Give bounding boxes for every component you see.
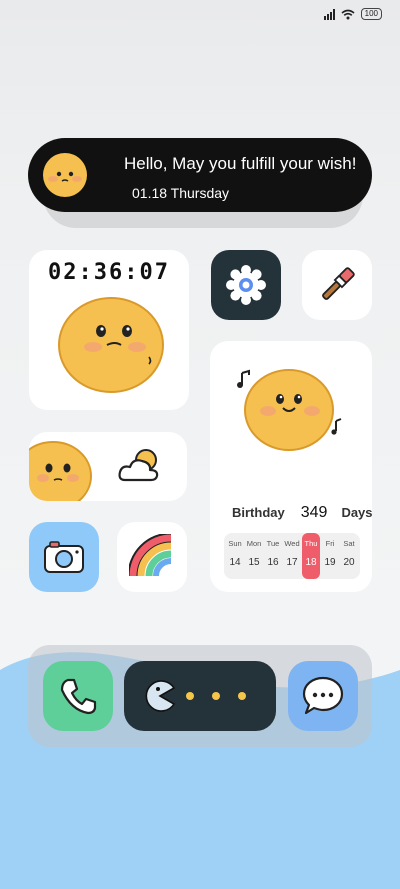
paintbrush-app[interactable] xyxy=(302,250,372,320)
phone-icon xyxy=(60,678,97,715)
clock-time: 02:36:07 xyxy=(48,260,170,285)
pellet-icon xyxy=(212,692,220,700)
camera-icon xyxy=(44,541,84,573)
rainbow-icon xyxy=(129,534,172,577)
greeting-banner[interactable]: Hello, May you fulfill your wish! 01.18 … xyxy=(28,138,372,212)
greeting-text: Hello, May you fulfill your wish! xyxy=(124,154,357,173)
worried-face-icon xyxy=(58,297,164,393)
message-app[interactable] xyxy=(288,661,358,731)
camera-app[interactable] xyxy=(29,522,99,592)
paintbrush-icon xyxy=(322,267,355,300)
rainbow-app[interactable] xyxy=(117,522,187,592)
calendar-day: Sat 20 xyxy=(343,539,355,568)
calendar-day: Sun 14 xyxy=(228,539,242,568)
signal-icon xyxy=(323,8,335,20)
status-bar: 100 xyxy=(323,8,382,20)
birthday-countdown: Birthday 349 Days xyxy=(232,504,373,522)
week-calendar: Sun 14 Mon 15 Tue 16 Wed 17 Thu 18 Fri 19 Sat 2… xyxy=(224,533,360,579)
message-icon xyxy=(302,676,344,715)
pacman-icon xyxy=(145,680,176,712)
birthday-label: Birthday xyxy=(232,505,285,520)
weather-widget[interactable] xyxy=(29,432,187,501)
calendar-day: Mon 15 xyxy=(246,539,262,568)
pellet-icon xyxy=(238,692,246,700)
birthday-days-count: 349 xyxy=(300,504,328,521)
battery-icon: 100 xyxy=(360,8,382,20)
settings-icon xyxy=(226,265,266,305)
calendar-day-today: Thu 18 xyxy=(302,533,320,579)
calendar-day: Tue 16 xyxy=(266,539,280,568)
pellet-icon xyxy=(186,692,194,700)
singing-face-icon xyxy=(237,369,342,451)
birthday-widget[interactable]: Birthday 349 Days Sun 14 Mon 15 Tue 16 Wed 1… xyxy=(210,341,373,592)
smiley-face-icon xyxy=(43,153,87,197)
clock-widget[interactable]: 02:36:07 xyxy=(29,250,189,410)
calendar-day: Fri 19 xyxy=(324,539,336,568)
phone-app[interactable] xyxy=(43,661,113,731)
calendar-day: Wed 17 xyxy=(284,539,300,568)
pacman-widget[interactable] xyxy=(124,661,276,731)
birthday-days-unit: Days xyxy=(341,505,373,520)
wifi-icon xyxy=(341,9,355,19)
settings-app[interactable] xyxy=(211,250,281,320)
date-text: 01.18 Thursday xyxy=(132,185,230,201)
sweating-face-icon xyxy=(29,441,92,501)
cloud-sun-icon xyxy=(118,449,159,482)
